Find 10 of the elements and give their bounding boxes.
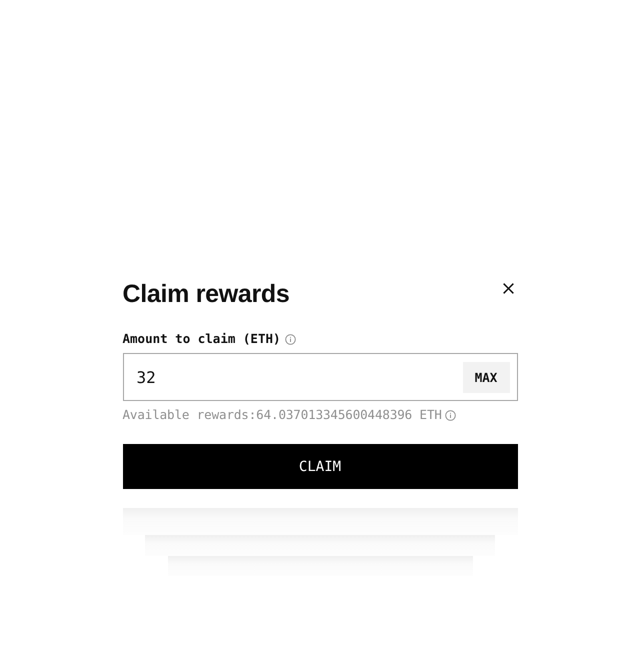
close-icon [502, 283, 514, 294]
max-button[interactable]: MAX [462, 362, 510, 392]
dialog-title: Claim rewards [122, 279, 290, 310]
field-label: Amount to claim (ETH) [122, 331, 281, 347]
amount-input-field[interactable]: 32 MAX [122, 353, 518, 401]
available-rewards-text: Available rewards:64.037013345600448396 ETH [122, 407, 442, 423]
info-icon[interactable] [444, 410, 456, 420]
info-icon[interactable] [284, 334, 296, 344]
claim-button[interactable]: CLAIM [122, 444, 518, 489]
close-button[interactable] [500, 281, 516, 296]
